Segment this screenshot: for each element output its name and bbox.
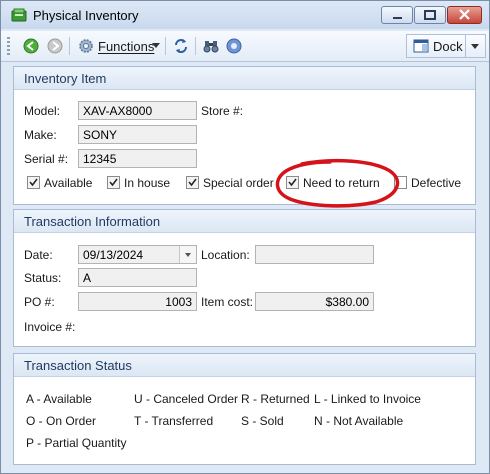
red-circle-annotation (275, 158, 400, 208)
checkmark-icon (109, 178, 118, 187)
toolbar-separator (69, 37, 70, 55)
dock-label: Dock (433, 39, 463, 54)
defective-checkbox-label[interactable]: Defective (411, 176, 461, 190)
binoculars-icon[interactable] (203, 38, 219, 54)
window-title: Physical Inventory (33, 8, 139, 23)
forward-arrow-icon[interactable] (47, 38, 63, 54)
status-field[interactable]: A (78, 268, 197, 287)
minimize-icon (393, 17, 402, 19)
panel-title: Inventory Item (24, 71, 107, 86)
status-legend-item: T - Transferred (134, 414, 214, 428)
panel-header: Inventory Item (14, 67, 475, 90)
model-field[interactable]: XAV-AX8000 (78, 101, 197, 120)
status-legend-item: U - Canceled Order (134, 392, 239, 406)
chevron-down-icon[interactable] (152, 43, 160, 49)
physical-inventory-window: Physical Inventory Functions Dock Invent… (0, 0, 490, 474)
dock-divider (465, 35, 466, 57)
store-label: Store #: (201, 104, 244, 118)
item-cost-label: Item cost: (201, 295, 254, 309)
date-label: Date: (24, 248, 53, 262)
status-legend-item: A - Available (26, 392, 92, 406)
location-label: Location: (201, 248, 250, 262)
inventory-item-panel: Inventory Item Model: XAV-AX8000 Store #… (13, 66, 476, 208)
make-label: Make: (24, 128, 57, 142)
in-house-checkbox[interactable] (107, 176, 120, 189)
transaction-status-panel: Transaction Status A - Available U - Can… (13, 353, 476, 465)
po-label: PO #: (24, 295, 55, 309)
location-field[interactable] (255, 245, 374, 264)
serial-label: Serial #: (24, 152, 69, 166)
refresh-icon[interactable] (173, 38, 189, 54)
available-checkbox-label[interactable]: Available (44, 176, 92, 190)
special-order-checkbox-label[interactable]: Special order (203, 176, 274, 190)
maximize-button[interactable] (414, 6, 446, 24)
status-legend-item: S - Sold (241, 414, 284, 428)
model-label: Model: (24, 104, 61, 118)
title-bar: Physical Inventory (1, 1, 489, 29)
invoice-label: Invoice #: (24, 320, 76, 334)
available-checkbox[interactable] (27, 176, 40, 189)
checkmark-icon (188, 178, 197, 187)
gear-icon[interactable] (78, 38, 94, 54)
minimize-button[interactable] (381, 6, 413, 24)
chevron-down-icon (185, 253, 191, 257)
special-order-checkbox[interactable] (186, 176, 199, 189)
dock-window-icon (413, 39, 429, 53)
status-legend-item: P - Partial Quantity (26, 436, 127, 450)
date-value: 09/13/2024 (83, 248, 144, 262)
po-field[interactable]: 1003 (78, 292, 197, 311)
inventory-app-icon (11, 8, 27, 22)
functions-label: Functions (98, 39, 155, 54)
checkmark-icon (29, 178, 38, 187)
toolbar-separator (195, 37, 196, 55)
dock-button[interactable]: Dock (406, 34, 486, 58)
status-legend-item: L - Linked to Invoice (314, 392, 421, 406)
panel-title: Transaction Status (24, 358, 132, 373)
functions-menu-button[interactable]: Functions (98, 39, 154, 54)
toolbar-separator (165, 37, 166, 55)
in-house-checkbox-label[interactable]: In house (124, 176, 170, 190)
maximize-icon (424, 10, 436, 20)
date-dropdown-button[interactable] (179, 246, 196, 263)
toolbar-grip[interactable] (7, 37, 10, 55)
item-cost-field[interactable]: $380.00 (255, 292, 374, 311)
help-icon[interactable] (226, 38, 242, 54)
panel-header: Transaction Status (14, 354, 475, 377)
close-button[interactable] (447, 6, 482, 24)
serial-field[interactable]: 12345 (78, 149, 197, 168)
close-icon (459, 9, 470, 20)
status-label: Status: (24, 271, 62, 285)
toolbar: Functions Dock (1, 31, 489, 62)
status-legend-item: N - Not Available (314, 414, 404, 428)
chevron-down-icon[interactable] (471, 44, 479, 50)
panel-title: Transaction Information (24, 214, 161, 229)
date-field[interactable]: 09/13/2024 (78, 245, 197, 264)
status-legend-item: O - On Order (26, 414, 97, 428)
status-legend-item: R - Returned (241, 392, 310, 406)
panel-header: Transaction Information (14, 210, 475, 233)
back-arrow-icon[interactable] (23, 38, 39, 54)
transaction-information-panel: Transaction Information Date: 09/13/2024… (13, 209, 476, 347)
make-field[interactable]: SONY (78, 125, 197, 144)
